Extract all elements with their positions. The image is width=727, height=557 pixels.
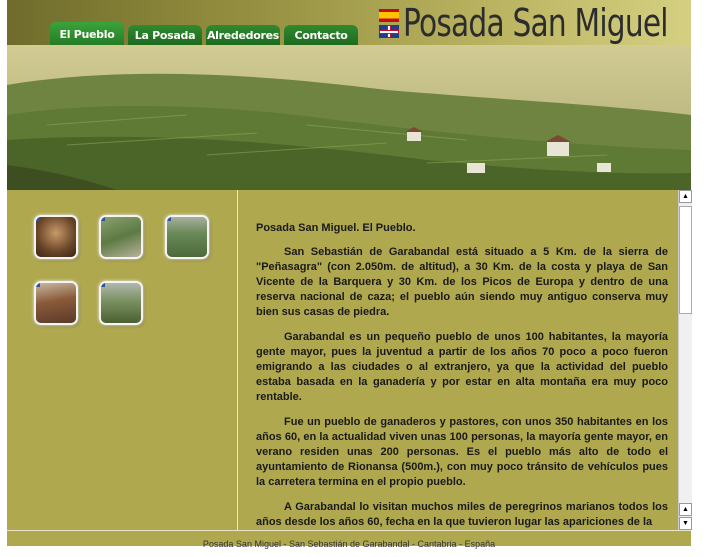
- scroll-up-arrow-icon[interactable]: ▲: [679, 503, 692, 516]
- flag-uk-icon[interactable]: [379, 25, 399, 38]
- footer: Posada San Miguel - San Sebastián de Gar…: [7, 530, 691, 549]
- language-selector: [379, 9, 399, 41]
- scrollbar-thumb[interactable]: [679, 206, 692, 314]
- village-banner-image: [7, 45, 691, 190]
- scroll-up-arrow-icon[interactable]: ▲: [679, 190, 692, 203]
- vertical-scrollbar[interactable]: ▲ ▲ ▼: [678, 190, 692, 530]
- header: El Pueblo La Posada Alrededores Contacto…: [7, 0, 691, 45]
- tab-la-posada[interactable]: La Posada: [128, 25, 202, 45]
- site-title: Posada San Miguel: [403, 1, 669, 45]
- content-heading: Posada San Miguel. El Pueblo.: [256, 222, 416, 234]
- gallery-panel: [7, 190, 238, 530]
- thumbnail-house[interactable]: [34, 281, 78, 325]
- tab-el-pueblo[interactable]: El Pueblo: [50, 22, 124, 45]
- scroll-down-arrow-icon[interactable]: ▼: [679, 517, 692, 530]
- thumbnail-church[interactable]: [34, 215, 78, 259]
- flag-spain-icon[interactable]: [379, 9, 399, 22]
- thumbnail-village[interactable]: [165, 215, 209, 259]
- page-frame: El Pueblo La Posada Alrededores Contacto…: [7, 0, 692, 549]
- paragraph: Fue un pueblo de ganaderos y pastores, c…: [256, 416, 668, 488]
- thumbnail-valley[interactable]: [99, 281, 143, 325]
- thumbnail-path[interactable]: [99, 215, 143, 259]
- paragraph: San Sebastián de Garabandal está situado…: [256, 246, 668, 318]
- content-area[interactable]: Posada San Miguel. El Pueblo. San Sebast…: [238, 190, 678, 530]
- content-text: Posada San Miguel. El Pueblo. San Sebast…: [256, 221, 668, 530]
- paragraph: Garabandal es un pequeño pueblo de unos …: [256, 331, 668, 403]
- paragraph: A Garabandal lo visitan muchos miles de …: [256, 501, 668, 528]
- tab-contacto[interactable]: Contacto: [284, 25, 358, 45]
- tab-alrededores[interactable]: Alrededores: [206, 25, 280, 45]
